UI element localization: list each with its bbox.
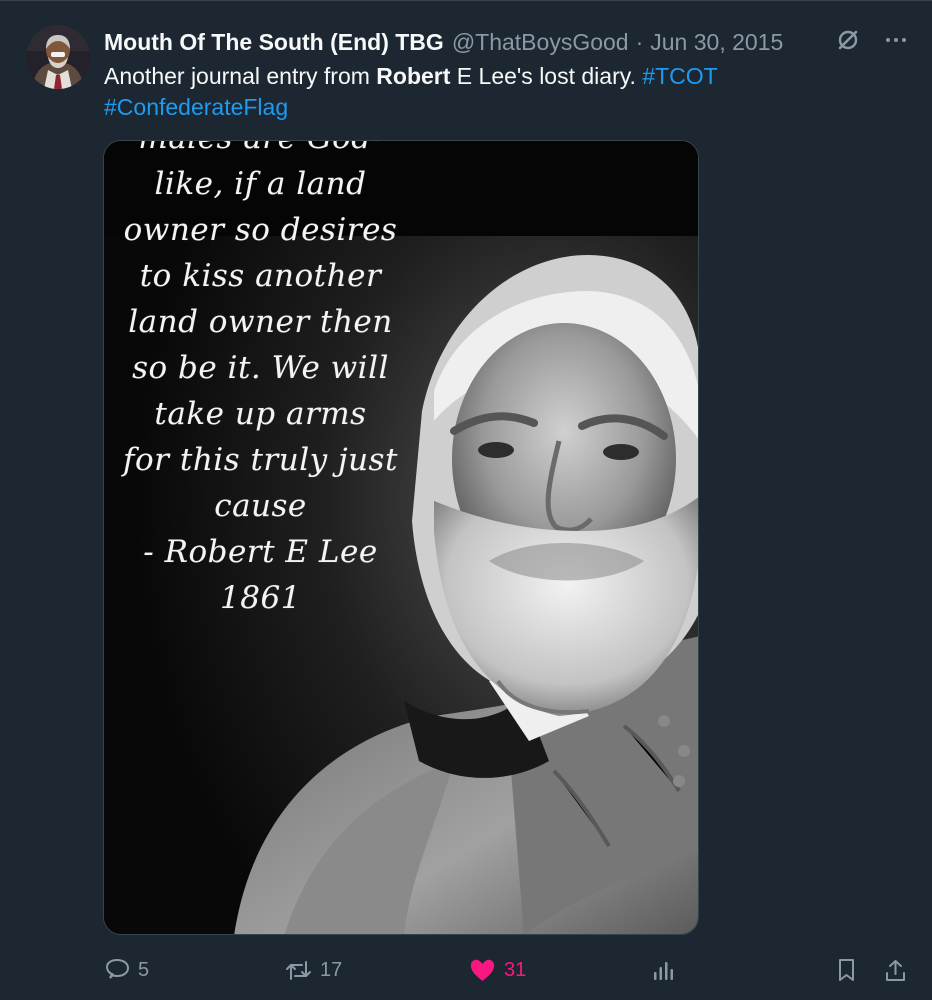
- tweet-text-suffix: E Lee's lost diary.: [450, 63, 643, 89]
- user-handle[interactable]: @ThatBoysGood: [452, 28, 629, 56]
- tweet-date[interactable]: Jun 30, 2015: [650, 28, 783, 56]
- top-actions: [834, 26, 910, 54]
- bookmark-icon: [839, 958, 854, 981]
- views-button[interactable]: [651, 954, 685, 986]
- quote-line: for this truly just: [123, 442, 398, 478]
- quote-line: 1861: [220, 580, 301, 616]
- hashtag-tcot[interactable]: #TCOT: [642, 63, 717, 89]
- quote-line: so be it. We will: [132, 350, 389, 386]
- quote-line: - Robert E Lee: [143, 534, 378, 570]
- tweet-card[interactable]: Mouth Of The South (End) TBG @ThatBoysGo…: [0, 0, 932, 1000]
- share-button[interactable]: [882, 954, 916, 986]
- quote-line: land owner then: [128, 304, 393, 340]
- image-quote-text: males are God- like, if a land owner so …: [118, 141, 403, 621]
- quote-line: like, if a land: [154, 166, 367, 202]
- more-icon[interactable]: [882, 26, 910, 54]
- retweet-button[interactable]: 17: [284, 954, 342, 986]
- reply-button[interactable]: 5: [104, 954, 149, 986]
- avatar[interactable]: [26, 25, 90, 89]
- quote-line: owner so desires: [123, 212, 398, 248]
- bookmark-button[interactable]: [834, 954, 866, 986]
- views-icon: [654, 961, 673, 980]
- tweet-image[interactable]: males are God- like, if a land owner so …: [103, 140, 699, 935]
- avatar-image: [26, 25, 90, 89]
- reply-icon: [105, 958, 130, 979]
- like-count: 31: [504, 958, 527, 981]
- tweet-text-prefix: Another journal entry from: [104, 63, 377, 89]
- tweet-text-bold: Robert: [376, 63, 451, 89]
- tweet-header: Mouth Of The South (End) TBG @ThatBoysGo…: [104, 28, 794, 56]
- display-name[interactable]: Mouth Of The South (End) TBG: [104, 28, 444, 56]
- reply-count: 5: [138, 958, 150, 981]
- hashtag-confederateflag[interactable]: #ConfederateFlag: [104, 94, 288, 120]
- slash-circle-icon[interactable]: [834, 26, 862, 54]
- quote-line: cause: [214, 488, 307, 524]
- retweet-icon: [286, 960, 311, 980]
- tweet-actions: 5 17 31: [104, 954, 914, 986]
- heart-icon: [470, 959, 495, 981]
- quote-line: to kiss another: [139, 258, 382, 294]
- like-button[interactable]: 31: [468, 954, 526, 986]
- separator-dot: ·: [635, 29, 644, 55]
- share-icon: [886, 959, 905, 981]
- tweet-text: Another journal entry from Robert E Lee'…: [104, 61, 884, 123]
- retweet-count: 17: [320, 958, 343, 981]
- quote-line: males are God-: [118, 141, 403, 161]
- quote-line: take up arms: [154, 396, 367, 432]
